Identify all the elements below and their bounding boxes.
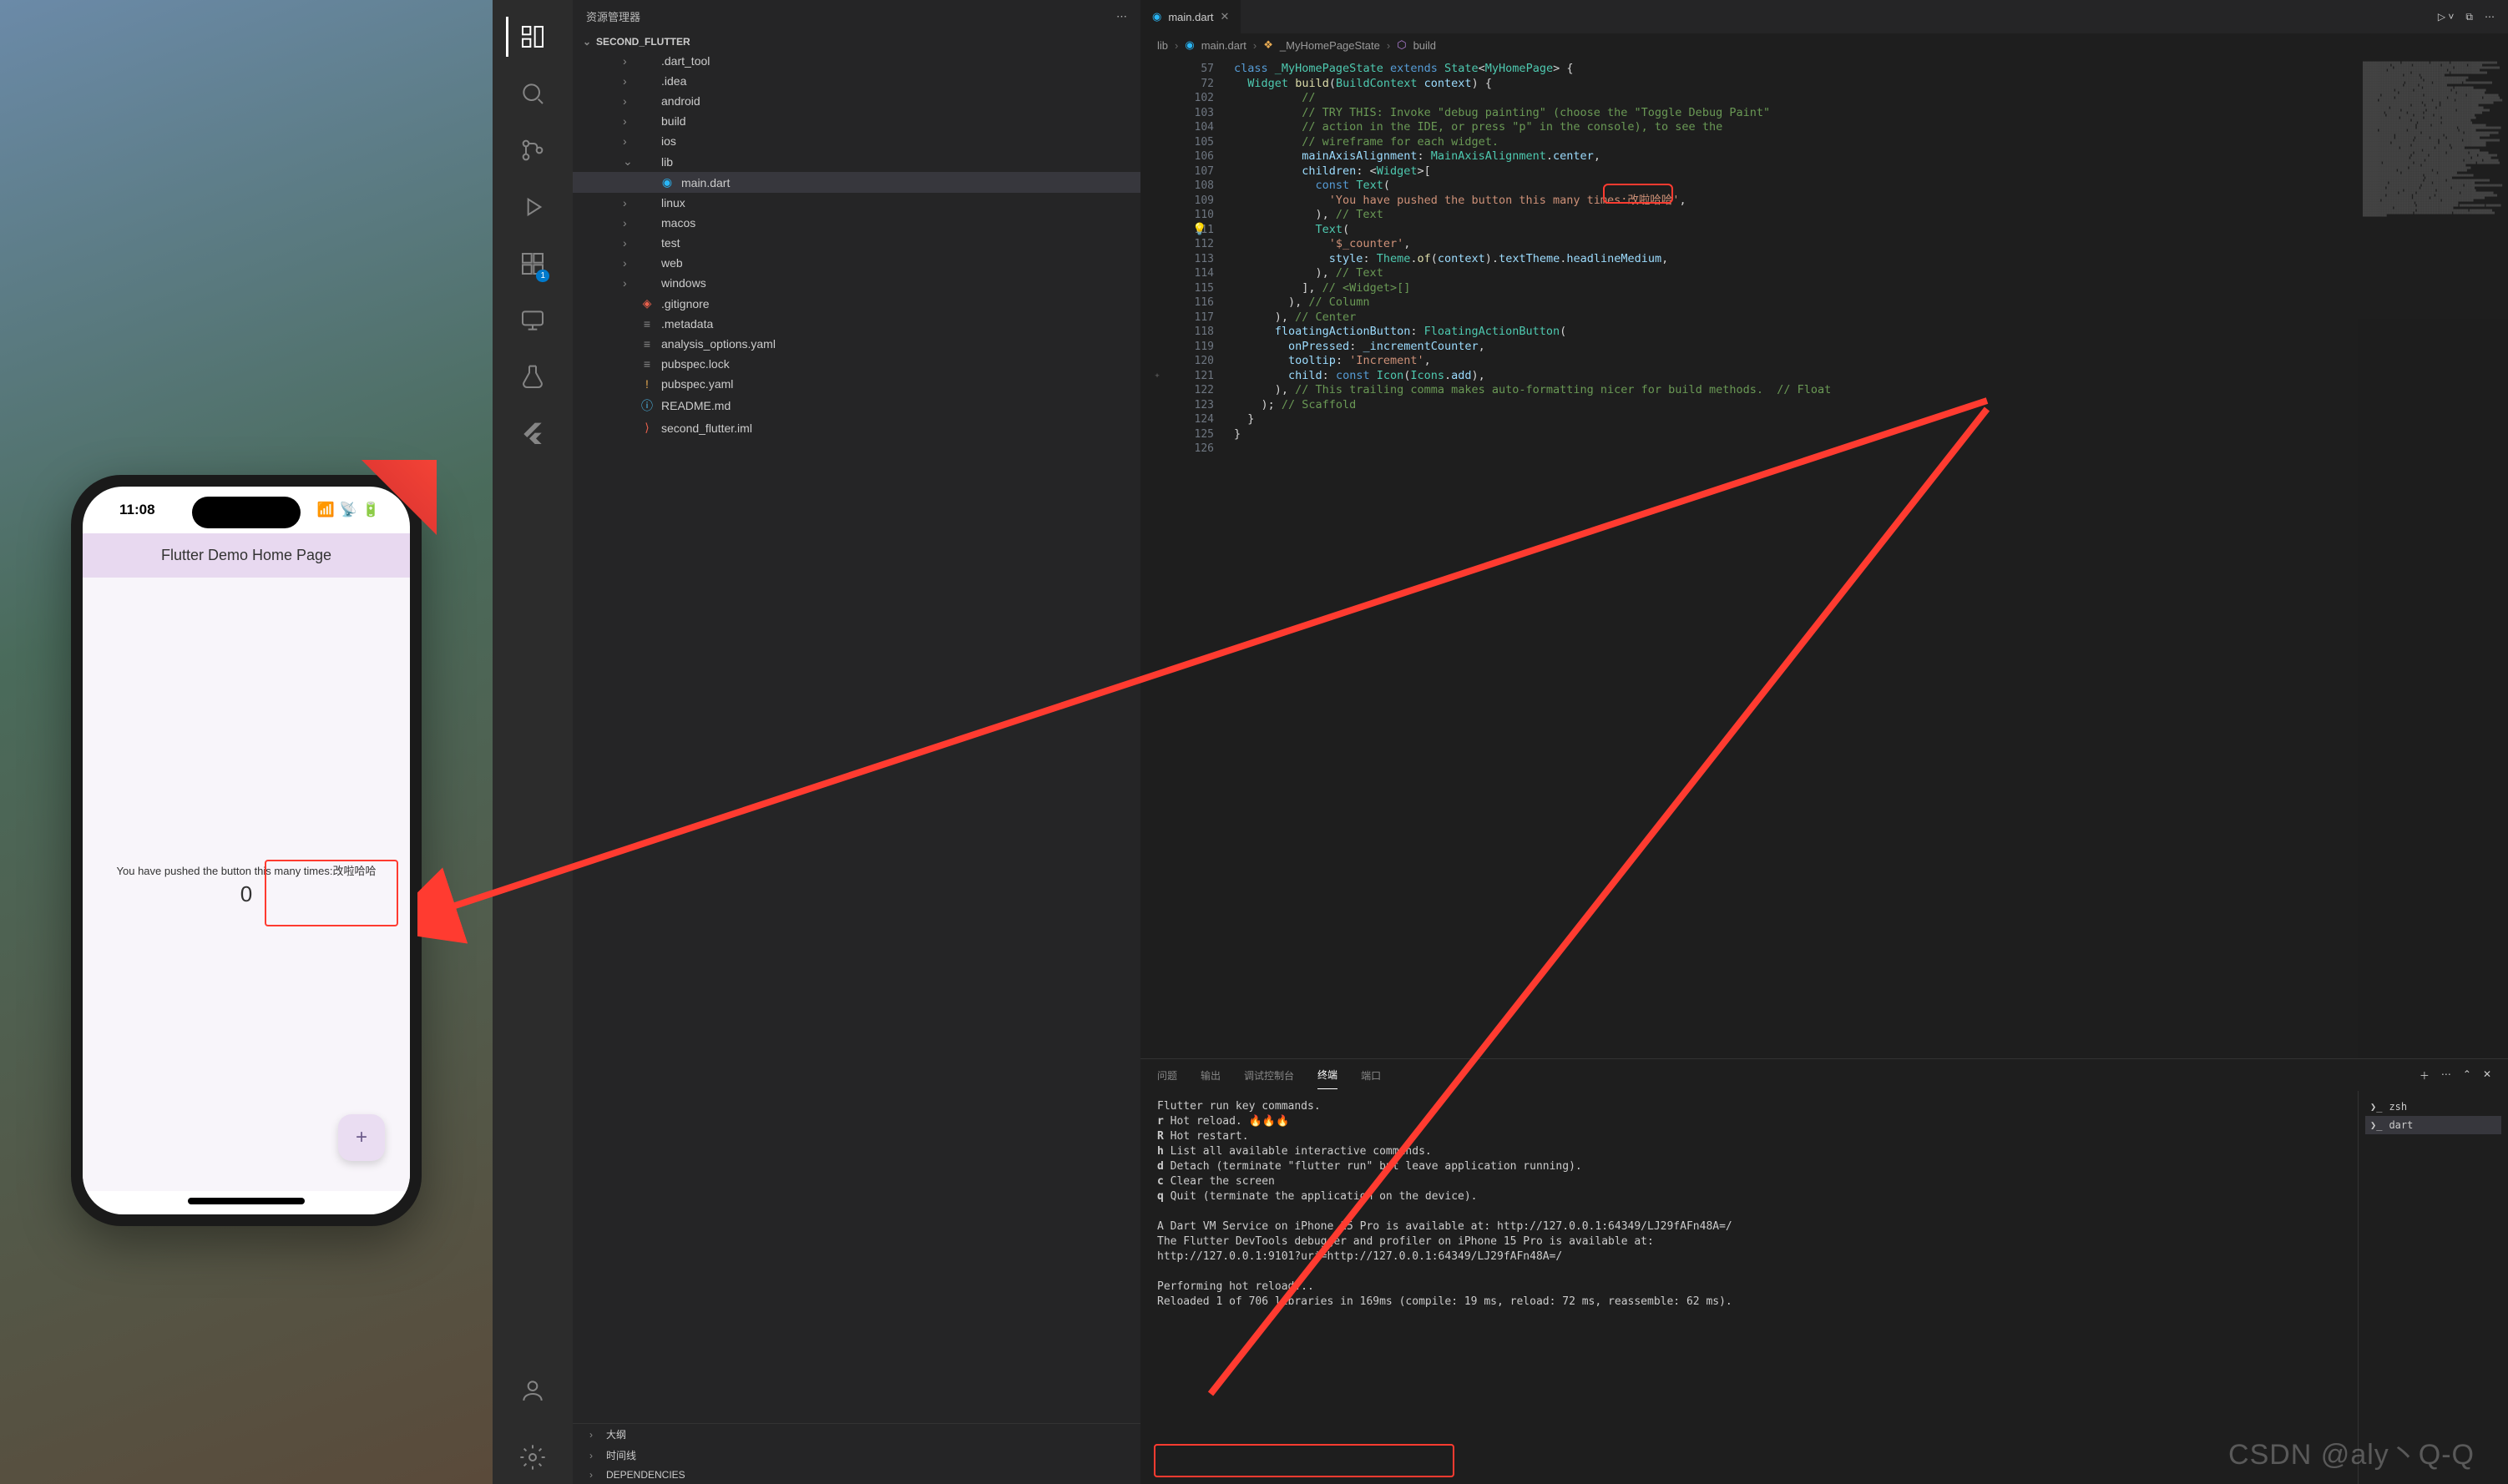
panel-tabs: 问题输出调试控制台终端端口 ＋ ⋯ ⌃ ✕ [1140, 1059, 2508, 1091]
folder-item[interactable]: ›.idea [573, 71, 1140, 91]
file-item[interactable]: ⟩second_flutter.iml [573, 417, 1140, 438]
status-icons: 📶📡🔋 [316, 502, 380, 518]
editor-area: ◉ main.dart ✕ ▷ ˅ ⧉ ⋯ lib› ◉main.dart› ❖… [1140, 0, 2508, 1484]
panel-tab[interactable]: 端口 [1361, 1062, 1381, 1089]
section-header[interactable]: ›大纲 [573, 1424, 1140, 1445]
status-time: 11:08 [119, 502, 155, 518]
account-icon[interactable] [506, 1364, 559, 1417]
file-item[interactable]: ≡pubspec.lock [573, 354, 1140, 374]
split-editor-icon[interactable]: ⧉ [2465, 11, 2473, 23]
more-icon[interactable]: ⋯ [2441, 1068, 2451, 1083]
file-item[interactable]: ≡.metadata [573, 314, 1140, 334]
file-item[interactable]: ◉main.dart [573, 172, 1140, 193]
panel-tab[interactable]: 调试控制台 [1244, 1062, 1294, 1089]
more-icon[interactable]: ⋯ [2485, 11, 2495, 23]
breadcrumb[interactable]: lib› ◉main.dart› ❖_MyHomePageState› ⬡bui… [1140, 33, 2508, 57]
file-item[interactable]: ≡analysis_options.yaml [573, 334, 1140, 354]
panel-tab[interactable]: 问题 [1157, 1062, 1177, 1089]
section-header[interactable]: ›时间线 [573, 1445, 1140, 1466]
project-root[interactable]: ⌄SECOND_FLUTTER [573, 33, 1140, 51]
settings-icon[interactable] [506, 1431, 559, 1484]
tab-main-dart[interactable]: ◉ main.dart ✕ [1140, 0, 1241, 33]
folder-item[interactable]: ›test [573, 233, 1140, 253]
folder-item[interactable]: ›windows [573, 273, 1140, 293]
folder-item[interactable]: ⌄lib [573, 151, 1140, 172]
new-terminal-icon[interactable]: ＋ [2420, 1068, 2430, 1083]
source-control-icon[interactable] [506, 124, 559, 177]
file-item[interactable]: ⓘREADME.md [573, 394, 1140, 417]
folder-item[interactable]: ›macos [573, 213, 1140, 233]
testing-icon[interactable] [506, 351, 559, 404]
flutter-icon[interactable] [506, 407, 559, 461]
file-item[interactable]: ◈.gitignore [573, 293, 1140, 314]
close-panel-icon[interactable]: ✕ [2483, 1068, 2491, 1083]
home-indicator [188, 1198, 305, 1204]
panel-tab[interactable]: 终端 [1317, 1061, 1337, 1089]
explorer-panel: 资源管理器 ⋯ ⌄SECOND_FLUTTER ›.dart_tool›.ide… [573, 0, 1140, 1484]
remote-icon[interactable] [506, 294, 559, 347]
folder-item[interactable]: ›.dart_tool [573, 51, 1140, 71]
file-tree: ›.dart_tool›.idea›android›build›ios⌄lib◉… [573, 51, 1140, 1423]
file-item[interactable]: !pubspec.yaml [573, 374, 1140, 394]
app-bar: Flutter Demo Home Page [83, 533, 410, 578]
folder-item[interactable]: ›ios [573, 131, 1140, 151]
explorer-icon[interactable] [506, 10, 559, 63]
explorer-header: 资源管理器 ⋯ [573, 0, 1140, 33]
folder-item[interactable]: ›linux [573, 193, 1140, 213]
fab-button[interactable]: + [338, 1114, 385, 1161]
minimap[interactable]: ██████████████████████████████ █████████… [2358, 57, 2508, 1058]
terminal-session[interactable]: ❯_zsh [2365, 1098, 2501, 1116]
activity-bar: 1 [493, 0, 573, 1484]
terminal-sessions: ❯_zsh❯_dart [2358, 1091, 2508, 1484]
vscode-window: 1 资源管理器 ⋯ ⌄SECOND_FLUTTER ›.dart_tool›.i… [493, 0, 2508, 1484]
folder-item[interactable]: ›web [573, 253, 1140, 273]
bottom-panel: 问题输出调试控制台终端端口 ＋ ⋯ ⌃ ✕ Flutter run key comman… [1140, 1058, 2508, 1484]
editor-tabs: ◉ main.dart ✕ ▷ ˅ ⧉ ⋯ [1140, 0, 2508, 33]
iphone-frame: 11:08 📶📡🔋 Flutter Demo Home Page You hav… [71, 475, 422, 1226]
more-icon[interactable]: ⋯ [1116, 10, 1127, 23]
explorer-sections: ›大纲›时间线›DEPENDENCIES [573, 1423, 1140, 1484]
counter-value: 0 [240, 881, 252, 907]
extensions-icon[interactable]: 1 [506, 237, 559, 290]
folder-item[interactable]: ›build [573, 111, 1140, 131]
app-body: You have pushed the button this many tim… [83, 578, 410, 1191]
terminal[interactable]: Flutter run key commands. r Hot reload. … [1140, 1091, 2508, 1484]
section-header[interactable]: ›DEPENDENCIES [573, 1466, 1140, 1484]
folder-item[interactable]: ›android [573, 91, 1140, 111]
ios-simulator: 11:08 📶📡🔋 Flutter Demo Home Page You hav… [0, 0, 493, 1484]
watermark: CSDN @aly丶Q-Q [2228, 1431, 2475, 1472]
terminal-session[interactable]: ❯_dart [2365, 1116, 2501, 1134]
run-debug-icon[interactable] [506, 180, 559, 234]
maximize-icon[interactable]: ⌃ [2463, 1068, 2471, 1083]
close-icon[interactable]: ✕ [1221, 10, 1230, 23]
panel-tab[interactable]: 输出 [1201, 1062, 1221, 1089]
code-editor[interactable]: + 57721021031041051061071081091101111121… [1140, 57, 2508, 1058]
search-icon[interactable] [506, 67, 559, 120]
run-icon[interactable]: ▷ ˅ [2438, 11, 2455, 23]
